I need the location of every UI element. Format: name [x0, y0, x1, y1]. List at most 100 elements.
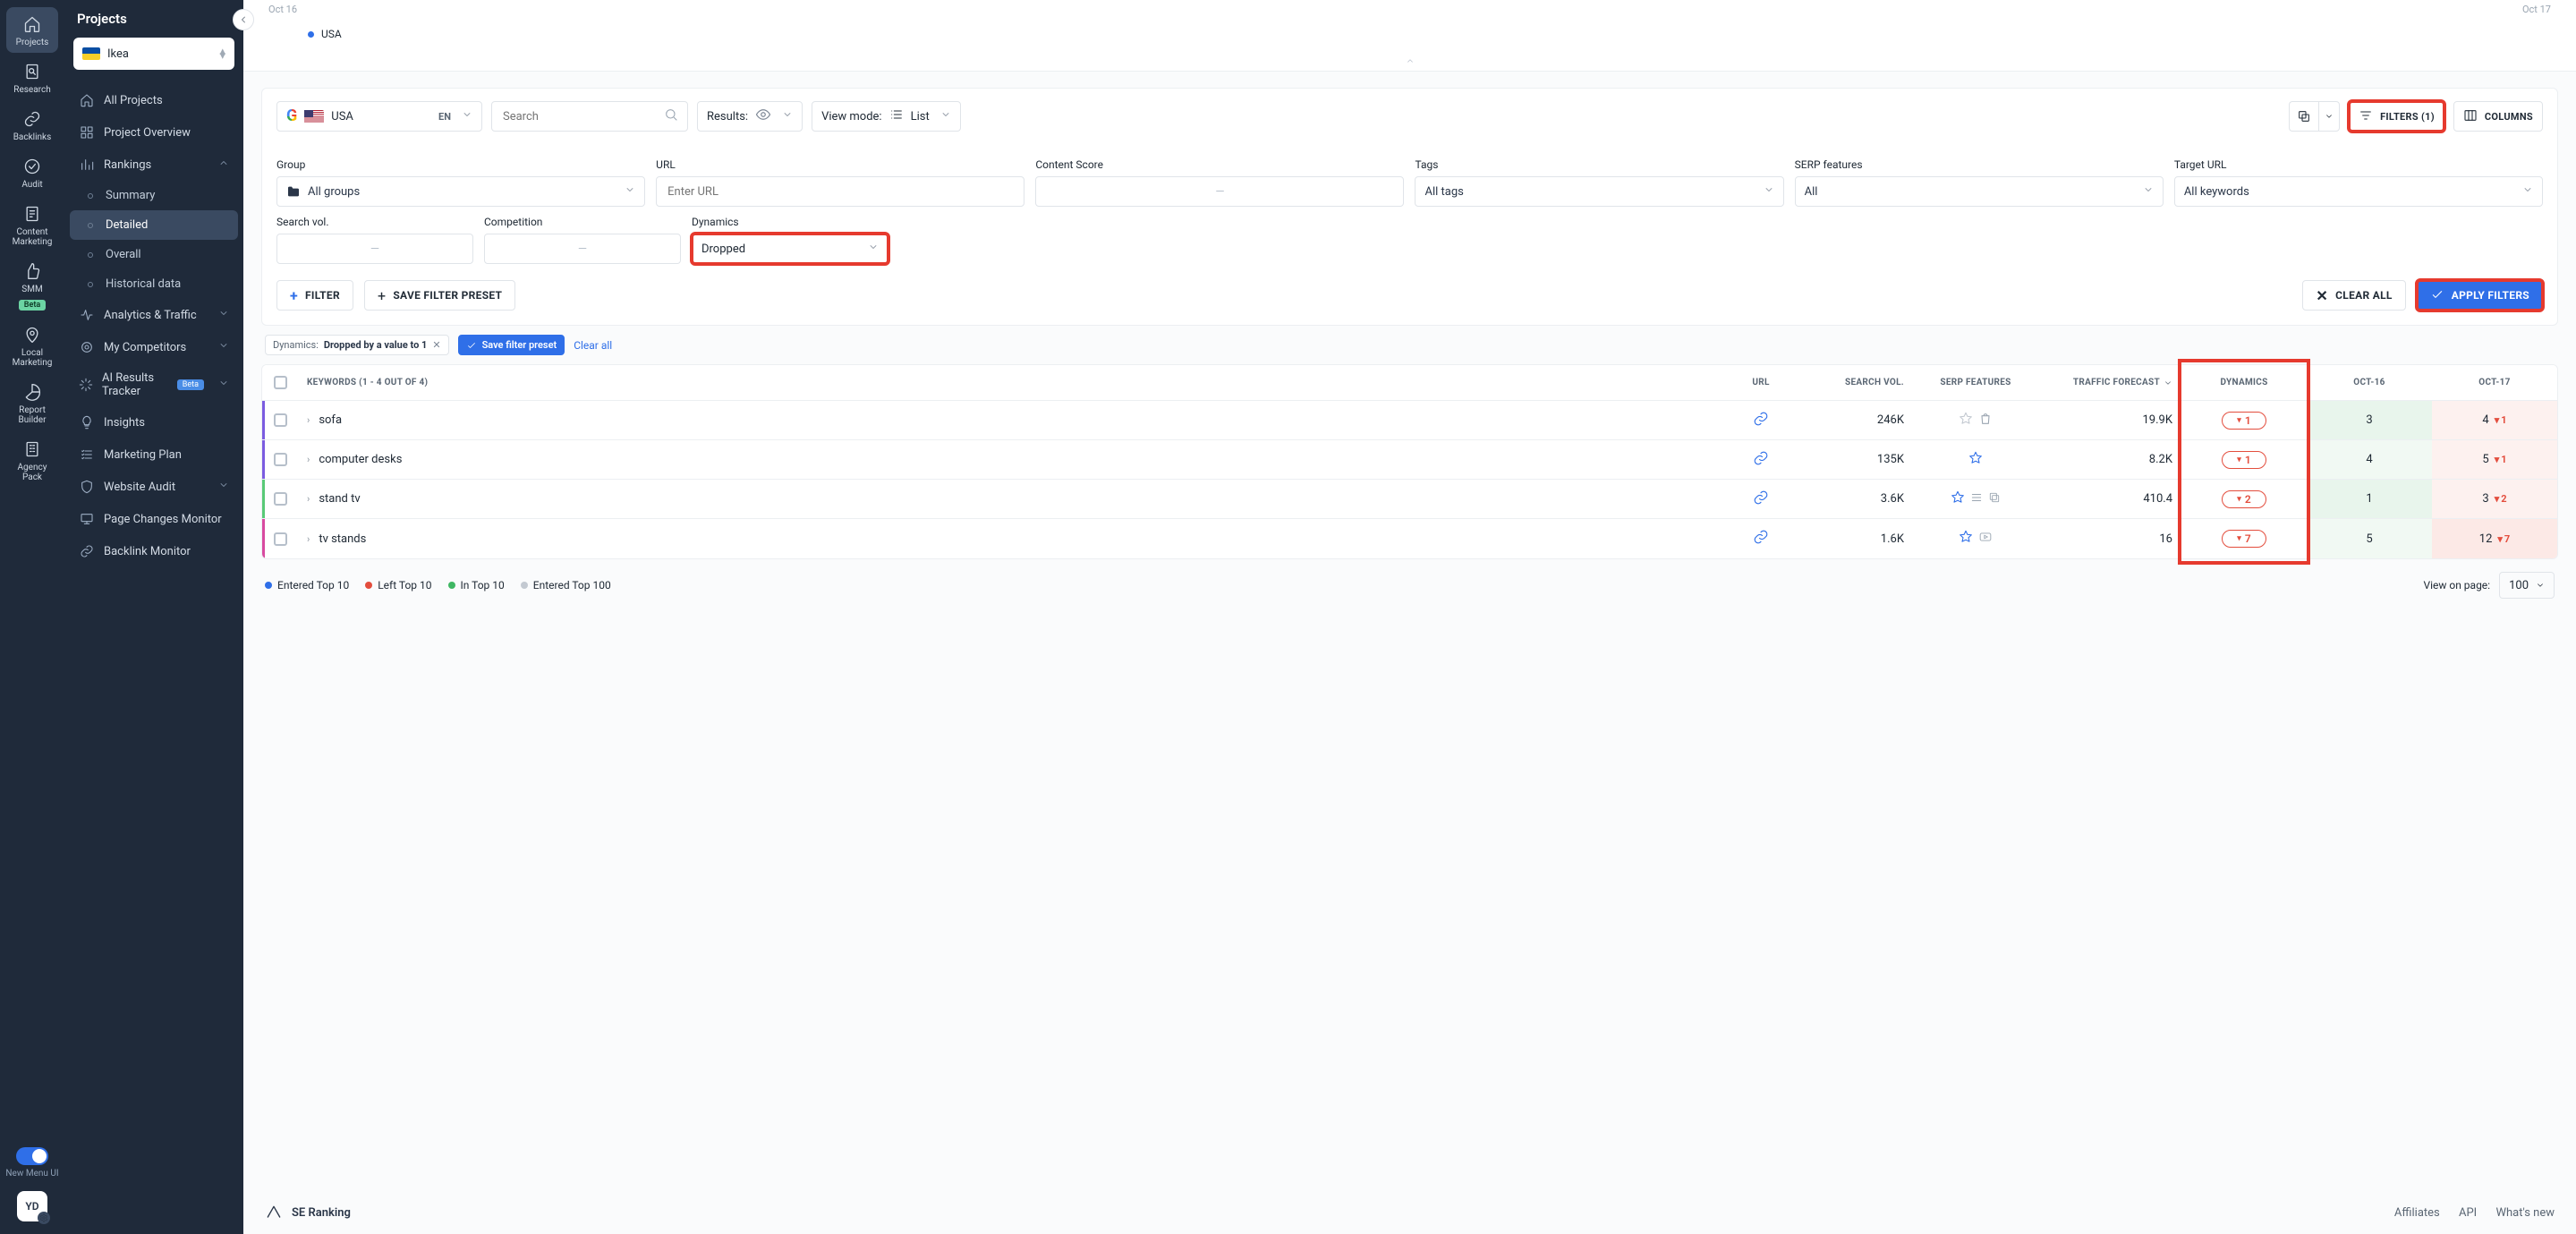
dynamics-chip[interactable]: Dynamics:Dropped by a value to 1✕: [265, 335, 449, 355]
nav-all-projects[interactable]: All Projects: [70, 84, 238, 116]
collapse-chart-button[interactable]: [268, 53, 2551, 67]
rail-projects[interactable]: Projects: [6, 7, 58, 53]
th-serp[interactable]: SERP FEATURES: [1913, 378, 2038, 387]
nav-ai-results[interactable]: AI Results TrackerBeta: [70, 363, 238, 406]
row-accent: [262, 401, 265, 439]
rail-agency-pack[interactable]: Agency Pack: [6, 432, 58, 488]
project-select[interactable]: Ikea ▴▾: [73, 38, 234, 70]
country-select[interactable]: G USA EN: [276, 101, 482, 132]
searchvol-input[interactable]: —: [276, 234, 473, 264]
searchvol-label: Search vol.: [276, 216, 473, 228]
add-filter-button[interactable]: +FILTER: [276, 280, 353, 311]
nav-page-changes[interactable]: Page Changes Monitor: [70, 503, 238, 535]
chevron-down-icon: [218, 308, 229, 322]
chevron-down-icon: [868, 242, 879, 256]
nav-rankings-detailed[interactable]: Detailed: [70, 210, 238, 240]
thumbs-up-icon: [22, 261, 42, 281]
footer-api[interactable]: API: [2459, 1206, 2477, 1220]
th-oct17[interactable]: OCT-17: [2432, 378, 2557, 387]
select-all-checkbox[interactable]: [274, 376, 287, 389]
rail-smm[interactable]: SMMBeta: [6, 254, 58, 316]
columns-button[interactable]: COLUMNS: [2453, 101, 2543, 132]
th-dynamics[interactable]: DYNAMICS: [2181, 378, 2307, 387]
rail-research[interactable]: Research: [6, 55, 58, 100]
list-icon: [1970, 491, 1983, 507]
nav-analytics[interactable]: Analytics & Traffic: [70, 299, 238, 331]
apply-filters-button[interactable]: APPLY FILTERS: [2417, 280, 2543, 311]
rail-content-marketing[interactable]: Content Marketing: [6, 197, 58, 252]
table-row: ›tv stands1.6K16▾7512▾7: [262, 519, 2557, 558]
bulb-icon: [79, 414, 95, 430]
clear-all-button[interactable]: ✕CLEAR ALL: [2302, 280, 2405, 311]
url-link-icon[interactable]: [1753, 489, 1769, 509]
row-checkbox[interactable]: [274, 453, 287, 466]
keyword-text[interactable]: sofa: [319, 413, 342, 427]
url-link-icon[interactable]: [1753, 450, 1769, 470]
filters-button[interactable]: FILTERS (1): [2349, 101, 2444, 132]
content-score-input[interactable]: —: [1035, 176, 1404, 207]
url-input[interactable]: [656, 176, 1024, 207]
dynamics-select[interactable]: Dropped: [692, 234, 888, 264]
rail-backlinks[interactable]: Backlinks: [6, 102, 58, 148]
rail-local-marketing[interactable]: Local Marketing: [6, 318, 58, 373]
url-link-icon[interactable]: [1753, 411, 1769, 430]
expand-icon[interactable]: ›: [307, 533, 310, 545]
sidebar-collapse-button[interactable]: [233, 9, 254, 30]
chart-legend: USA: [268, 17, 2551, 53]
expand-icon[interactable]: ›: [307, 454, 310, 465]
expand-icon[interactable]: ›: [307, 493, 310, 505]
row-checkbox[interactable]: [274, 532, 287, 546]
expand-icon[interactable]: ›: [307, 414, 310, 426]
chevron-down-icon: [2164, 379, 2172, 387]
serp-label: SERP features: [1795, 158, 2164, 171]
nav-rankings-overall[interactable]: Overall: [70, 240, 238, 269]
nav-competitors[interactable]: My Competitors: [70, 331, 238, 363]
chevron-down-icon: [2143, 184, 2154, 199]
row-checkbox[interactable]: [274, 492, 287, 506]
group-select[interactable]: All groups: [276, 176, 645, 207]
clear-all-link[interactable]: Clear all: [574, 339, 612, 352]
rail-report-builder[interactable]: Report Builder: [6, 375, 58, 430]
save-preset-button[interactable]: +SAVE FILTER PRESET: [364, 280, 515, 311]
footer-affiliates[interactable]: Affiliates: [2394, 1206, 2440, 1220]
nav-website-audit[interactable]: Website Audit: [70, 471, 238, 503]
dynamics-pill: ▾1: [2222, 412, 2266, 430]
nav-rankings-historical-data[interactable]: Historical data: [70, 269, 238, 299]
target-label: Target URL: [2174, 158, 2543, 171]
th-keywords[interactable]: KEYWORDS (1 - 4 OUT OF 4): [298, 378, 1725, 387]
nav-project-overview[interactable]: Project Overview: [70, 116, 238, 149]
nav-backlink-monitor[interactable]: Backlink Monitor: [70, 535, 238, 567]
row-checkbox[interactable]: [274, 413, 287, 427]
nav-marketing-plan[interactable]: Marketing Plan: [70, 438, 238, 471]
new-ui-toggle[interactable]: [16, 1147, 48, 1165]
icon-rail: ProjectsResearchBacklinksAuditContent Ma…: [0, 0, 64, 1234]
rail-audit[interactable]: Audit: [6, 149, 58, 195]
competition-input[interactable]: —: [484, 234, 681, 264]
save-preset-chip[interactable]: Save filter preset: [458, 335, 565, 355]
tags-select[interactable]: All tags: [1415, 176, 1783, 207]
footer-whatsnew[interactable]: What's new: [2495, 1206, 2555, 1220]
tags-label: Tags: [1415, 158, 1783, 171]
nav-rankings-summary[interactable]: Summary: [70, 181, 238, 210]
viewmode-select[interactable]: View mode: List: [812, 101, 961, 132]
nav-insights[interactable]: Insights: [70, 406, 238, 438]
serp-select[interactable]: All: [1795, 176, 2164, 207]
per-page-select[interactable]: 100: [2499, 572, 2555, 599]
search-field[interactable]: [501, 109, 644, 124]
keyword-text[interactable]: stand tv: [319, 492, 360, 506]
copy-button[interactable]: [2289, 101, 2318, 132]
th-url[interactable]: URL: [1725, 378, 1797, 387]
nav-rankings[interactable]: Rankings: [70, 149, 238, 181]
keyword-text[interactable]: tv stands: [319, 532, 366, 546]
target-select[interactable]: All keywords: [2174, 176, 2543, 207]
url-link-icon[interactable]: [1753, 529, 1769, 549]
th-searchvol[interactable]: SEARCH VOL.: [1797, 378, 1913, 387]
results-select[interactable]: Results:: [697, 101, 803, 132]
keyword-text[interactable]: computer desks: [319, 453, 402, 466]
close-icon[interactable]: ✕: [432, 339, 440, 351]
copy-dropdown[interactable]: [2318, 101, 2340, 132]
account-avatar[interactable]: YD: [17, 1191, 47, 1221]
th-oct16[interactable]: OCT-16: [2307, 378, 2432, 387]
search-input[interactable]: [491, 101, 688, 132]
th-traffic[interactable]: TRAFFIC FORECAST: [2038, 378, 2181, 387]
